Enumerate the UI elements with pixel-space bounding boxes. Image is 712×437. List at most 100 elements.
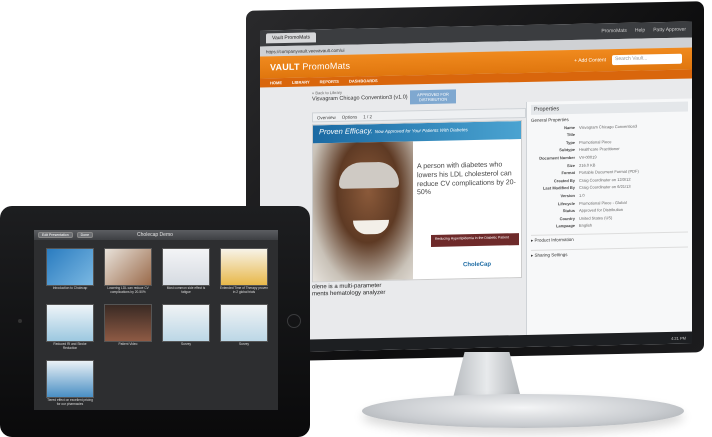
logo-bold: VAULT [270, 61, 300, 73]
property-label: Format [561, 170, 575, 176]
property-value: Portable Document Format (PDF) [579, 168, 639, 175]
property-row: Name Visvagram Chicago Convention3 [531, 122, 688, 130]
property-value: Craig Coordinator on 6/21/13 [579, 184, 631, 191]
property-value: Promotional Piece [579, 138, 612, 145]
slide-thumbnail[interactable]: Patient Video [104, 304, 152, 352]
slide-thumbnail[interactable]: Introduction to Cholecap [46, 248, 94, 296]
slide-footer: olene is a multi-parameter ments hematol… [312, 280, 526, 299]
property-row: Subtype Healthcare Practitioner [531, 145, 688, 153]
overview-tab[interactable]: Overview [317, 114, 336, 119]
thumbnail-image [104, 304, 152, 342]
property-value [579, 130, 688, 137]
thumbnail-image [46, 248, 94, 286]
slide-thumbnail[interactable]: Extended Time of Therapy proven in 2 glo… [220, 248, 268, 296]
app-body: « Back to Library Visvagram Chicago Conv… [260, 78, 692, 340]
nav-reports[interactable]: REPORTS [320, 79, 339, 84]
thumbnail-caption: Reduced RI and Stroke Reduction [53, 342, 87, 350]
property-row: Country United States (US) [531, 213, 688, 221]
thumbnail-caption: Introduction to Cholecap [52, 286, 88, 290]
taskbar-clock: 4:21 PM [671, 335, 686, 341]
thumbnail-caption: Patient Video [118, 342, 138, 346]
slide-thumbnail[interactable]: Most common side effect is fatigue [162, 248, 210, 296]
slide-thumbnail[interactable]: Tiered effect on excellent pricing for o… [46, 360, 94, 408]
vault-switcher-link[interactable]: PromoMats [601, 28, 627, 35]
property-label: Subtype [559, 147, 575, 153]
ipad-home-button[interactable] [287, 314, 301, 328]
thumbnail-image [162, 304, 210, 342]
product-information-toggle[interactable]: ▸ Product Information [531, 231, 688, 245]
add-content-button[interactable]: + Add Content [574, 57, 606, 64]
property-label: Last Modified By [542, 185, 575, 191]
general-properties-toggle[interactable]: General Properties [531, 115, 688, 123]
done-button[interactable]: Done [76, 232, 94, 238]
nav-dashboards[interactable]: DASHBOARDS [349, 78, 378, 84]
thumbnail-image [162, 248, 210, 286]
property-value: 216.0 KB [579, 162, 596, 168]
slide-thumbnail[interactable]: Reduced RI and Stroke Reduction [46, 304, 94, 352]
property-value: VV-00019 [579, 154, 597, 160]
property-label: Version [560, 192, 575, 199]
property-label: Size [566, 162, 575, 168]
user-menu[interactable]: Patty Approver [653, 27, 686, 34]
search-input[interactable]: Search Vault... [612, 53, 682, 66]
ipad-toolbar: Edit Presentation Done Cholecap Demo [34, 230, 278, 240]
property-row: Last Modified By Craig Coordinator on 6/2… [531, 183, 688, 191]
nav-library[interactable]: LIBRARY [292, 79, 310, 84]
properties-header: Properties [531, 101, 688, 115]
property-label: Status [562, 208, 575, 214]
property-row: Created By Craig Coordinator on 12/3/12 [531, 175, 688, 184]
slide-thumbnail[interactable]: Lowering LDL can reduce CV complications… [104, 248, 152, 296]
thumbnail-image [46, 304, 94, 342]
property-label: Title [566, 132, 575, 138]
property-label: Type [565, 139, 575, 145]
slide-grid: Introduction to Cholecap Lowering LDL can… [34, 240, 278, 408]
vault-logo[interactable]: VAULT PromoMats [270, 61, 350, 73]
cholecap-logo: CholeCap [463, 261, 492, 269]
property-row: Size 216.0 KB [531, 160, 688, 168]
browser-user-links: PromoMats Help Patty Approver [601, 27, 686, 35]
property-label: Language [556, 223, 575, 229]
presentation-title: Cholecap Demo [137, 232, 173, 238]
options-dropdown[interactable]: Options [342, 114, 358, 119]
property-value: Approved for Distribution [579, 207, 624, 213]
property-value: 1.0 [579, 192, 585, 198]
slide-thumbnail[interactable]: Survey [162, 304, 210, 352]
ipad-screen: Edit Presentation Done Cholecap Demo Int… [34, 230, 278, 410]
property-value: United States (US) [579, 214, 613, 221]
ipad-camera [18, 319, 22, 323]
property-label: Lifecycle [557, 200, 575, 206]
slide-banner-title: Proven Efficacy. [319, 126, 373, 137]
property-row: Lifecycle Promotional Piece - Global [531, 198, 688, 206]
property-label: Name [564, 124, 575, 130]
monitor-stand-base [362, 394, 684, 428]
sharing-settings-toggle[interactable]: ▸ Sharing Settings [531, 246, 688, 260]
property-label: Created By [553, 177, 575, 184]
property-row: Version 1.0 [531, 190, 688, 199]
browser-tab[interactable]: Vault PromoMats [266, 32, 316, 44]
property-label: Country [559, 215, 575, 221]
property-label: Document Number [539, 154, 575, 161]
slide-ad-banner: Reducing Hyperlipidemia in the Diabetic … [431, 233, 519, 247]
photo-hair [339, 161, 399, 189]
patient-photo [313, 141, 413, 283]
property-value: Visvagram Chicago Convention3 [579, 123, 638, 130]
thumbnail-image [46, 360, 94, 398]
property-value: Promotional Piece - Global [579, 199, 627, 206]
property-value: Healthcare Practitioner [579, 146, 620, 153]
promo-scene: Vault PromoMats PromoMats Help Patty App… [0, 0, 712, 437]
page-indicator: 1 / 2 [363, 113, 373, 119]
nav-home[interactable]: HOME [270, 80, 282, 85]
thumbnail-caption: Extended Time of Therapy proven in 2 glo… [220, 286, 268, 294]
edit-presentation-button[interactable]: Edit Presentation [38, 232, 73, 238]
thumbnail-image [220, 304, 268, 342]
properties-panel: Properties General Properties Name Visvag… [526, 98, 692, 335]
help-link[interactable]: Help [635, 27, 645, 33]
slide-thumbnail[interactable]: Survey [220, 304, 268, 352]
property-row: Status Approved for Distribution [531, 206, 688, 214]
photo-smile [353, 219, 389, 235]
thumbnail-caption: Most common side effect is fatigue [166, 286, 206, 294]
property-row: Document Number VV-00019 [531, 153, 688, 161]
status-badge: APPROVED FOR DISTRIBUTION [410, 89, 456, 105]
address-text: https://companyvault.veevavault.com/ui [266, 47, 345, 54]
property-list: Name Visvagram Chicago Convention3 Title Ty… [531, 122, 688, 229]
